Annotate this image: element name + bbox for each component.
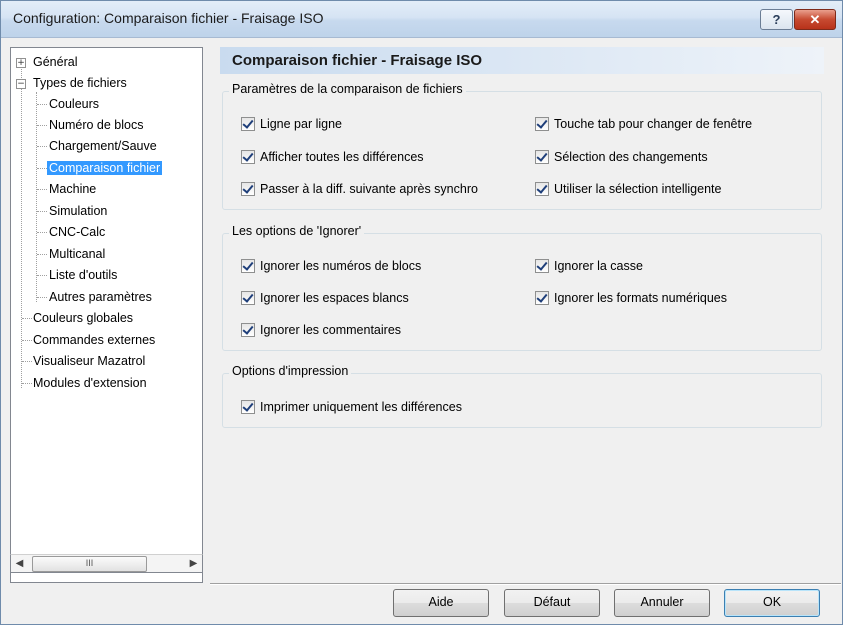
ok-button[interactable]: OK [724, 589, 820, 617]
scroll-left-icon[interactable]: ◀ [11, 555, 28, 572]
group-print-options: Options d'impression Imprimer uniquement… [222, 364, 822, 428]
checkbox-label: Afficher toutes les différences [260, 150, 424, 164]
tree-item-modules-d-extension[interactable]: Modules d'extension [31, 373, 149, 393]
tree-connector-line [37, 297, 47, 298]
scroll-thumb[interactable]: III [32, 556, 147, 572]
checkbox-label: Passer à la diff. suivante après synchro [260, 182, 478, 196]
scroll-right-icon[interactable]: ▶ [185, 555, 202, 572]
tree-item-label: Couleurs globales [33, 311, 134, 325]
checkbox-checked-icon[interactable] [241, 182, 255, 196]
checkbox-label: Ignorer les espaces blancs [260, 291, 409, 305]
checkbox-label: Touche tab pour changer de fenêtre [554, 117, 753, 131]
tree-item-couleurs-globales[interactable]: Couleurs globales [31, 308, 135, 328]
tree-item-label: Modules d'extension [33, 376, 147, 390]
tree-connector-line [37, 232, 47, 233]
checkbox-label: Ignorer les formats numériques [554, 291, 727, 305]
default-button[interactable]: Défaut [504, 589, 600, 617]
tree-item-comparaison-fichier[interactable]: Comparaison fichier [47, 158, 163, 178]
configuration-dialog: Configuration: Comparaison fichier - Fra… [0, 0, 843, 625]
checkbox-checked-icon[interactable] [241, 400, 255, 414]
tree-item-label: Général [33, 55, 78, 69]
group-title: Options d'impression [229, 364, 352, 378]
tree-item-label: CNC-Calc [49, 225, 106, 239]
tree-horizontal-scrollbar[interactable]: ◀ III ▶ [10, 554, 203, 573]
tree-item-types-de-fichiers[interactable]: − Types de fichiers [11, 73, 201, 93]
settings-tree[interactable]: + Général − Types de fichiers Couleurs N… [10, 47, 203, 583]
checkbox-label: Ignorer la casse [554, 259, 643, 273]
checkbox-label: Ignorer les commentaires [260, 323, 402, 337]
tree-item-visualiseur-mazatrol[interactable]: Visualiseur Mazatrol [31, 351, 147, 371]
group-title: Paramètres de la comparaison de fichiers [229, 82, 466, 96]
checkbox-checked-icon[interactable] [535, 150, 549, 164]
page-header: Comparaison fichier - Fraisage ISO [220, 47, 824, 74]
group-title: Les options de 'Ignorer' [229, 224, 365, 238]
tree-connector-line [37, 254, 47, 255]
tree-item-multicanal[interactable]: Multicanal [47, 244, 107, 264]
checkbox-checked-icon[interactable] [241, 117, 255, 131]
checkbox-checked-icon[interactable] [535, 291, 549, 305]
tree-connector-line [37, 168, 47, 169]
help-button[interactable]: Aide [393, 589, 489, 617]
checkbox-checked-icon[interactable] [535, 182, 549, 196]
checkbox-label: Imprimer uniquement les différences [260, 400, 462, 414]
tree-item-autres-parametres[interactable]: Autres paramètres [47, 287, 154, 307]
tree-item-label: Types de fichiers [33, 76, 127, 90]
checkbox-label: Ignorer les numéros de blocs [260, 259, 422, 273]
title-bar: Configuration: Comparaison fichier - Fra… [1, 1, 842, 38]
checkbox-checked-icon[interactable] [535, 117, 549, 131]
tree-item-machine[interactable]: Machine [47, 179, 98, 199]
checkbox-checked-icon[interactable] [535, 259, 549, 273]
tree-connector-line [37, 189, 47, 190]
checkbox-checked-icon[interactable] [241, 259, 255, 273]
tree-item-label: Liste d'outils [49, 268, 118, 282]
tree-item-numero-de-blocs[interactable]: Numéro de blocs [47, 115, 146, 135]
tree-item-cnc-calc[interactable]: CNC-Calc [47, 222, 107, 242]
tree-item-label: Autres paramètres [49, 290, 152, 304]
tree-item-label: Couleurs [49, 97, 100, 111]
tree-item-liste-d-outils[interactable]: Liste d'outils [47, 265, 119, 285]
tree-item-general[interactable]: + Général [11, 52, 201, 72]
tree-item-chargement-sauve[interactable]: Chargement/Sauve [47, 136, 159, 156]
tree-item-label: Visualiseur Mazatrol [33, 354, 146, 368]
checkbox-label: Ligne par ligne [260, 117, 343, 131]
cancel-button[interactable]: Annuler [614, 589, 710, 617]
tree-item-label: Chargement/Sauve [49, 139, 157, 153]
tree-connector-line [37, 125, 47, 126]
tree-connector-line [37, 146, 47, 147]
footer-separator [210, 583, 841, 585]
tree-item-commandes-externes[interactable]: Commandes externes [31, 330, 157, 350]
collapse-icon[interactable]: − [16, 79, 26, 89]
checkbox-checked-icon[interactable] [241, 291, 255, 305]
tree-item-label: Numéro de blocs [49, 118, 144, 132]
tree-item-label: Multicanal [49, 247, 106, 261]
tree-connector-line [37, 104, 47, 105]
help-icon[interactable]: ? [760, 9, 793, 30]
close-icon[interactable]: ✕ [794, 9, 836, 30]
checkbox-label: Sélection des changements [554, 150, 708, 164]
checkbox-checked-icon[interactable] [241, 323, 255, 337]
group-comparison-params: Paramètres de la comparaison de fichiers… [222, 82, 822, 210]
tree-connector-line [37, 275, 47, 276]
checkbox-checked-icon[interactable] [241, 150, 255, 164]
page-title: Comparaison fichier - Fraisage ISO [232, 52, 483, 69]
checkbox-label: Utiliser la sélection intelligente [554, 182, 722, 196]
tree-item-simulation[interactable]: Simulation [47, 201, 109, 221]
tree-connector-line [36, 92, 37, 302]
tree-item-label: Machine [49, 182, 97, 196]
tree-connector-line [37, 211, 47, 212]
expand-icon[interactable]: + [16, 58, 26, 68]
tree-item-label: Comparaison fichier [47, 161, 163, 175]
group-ignore-options: Les options de 'Ignorer' Ignorer les num… [222, 224, 822, 351]
window-title: Configuration: Comparaison fichier - Fra… [13, 10, 324, 26]
tree-item-couleurs[interactable]: Couleurs [47, 94, 101, 114]
tree-item-label: Commandes externes [33, 333, 156, 347]
tree-item-label: Simulation [49, 204, 108, 218]
